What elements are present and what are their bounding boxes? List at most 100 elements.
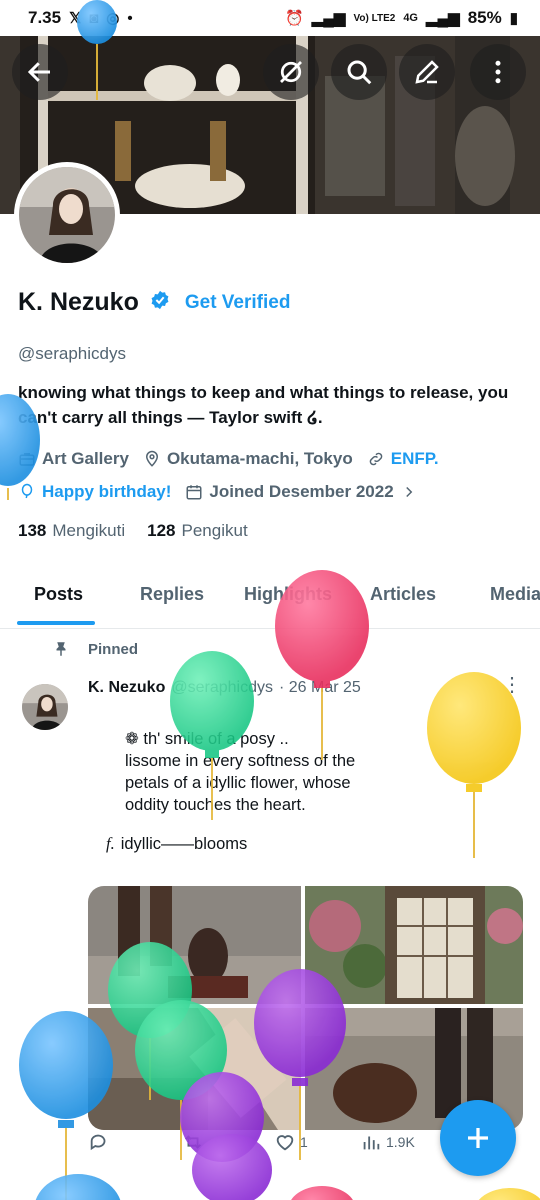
post-text: ❁ th' smile of a posy .. lissome in ever… (125, 728, 355, 816)
profile-meta-row-1: Art Gallery Okutama-machi, Tokyo ENFP. (18, 449, 439, 469)
more-vertical-icon (495, 60, 501, 84)
tab-posts[interactable]: Posts (34, 584, 83, 605)
battery-level: 85% (467, 8, 502, 27)
following-label: Mengikuti (52, 521, 126, 540)
website-item[interactable]: ENFP. (367, 449, 439, 469)
category-item: Art Gallery (18, 449, 129, 469)
edit-icon (415, 60, 439, 84)
media-image-1[interactable] (88, 886, 301, 1004)
status-bar: 7.35 𝕏 ◙ ◎ • ⏰ ▂▄▆ Vo) LTE2 4G ▂▄▆ 85% ▮ (0, 0, 540, 36)
tab-replies[interactable]: Replies (140, 584, 204, 605)
post-handle: @seraphicdys (171, 679, 273, 696)
profile-name: K. Nezuko (18, 288, 139, 316)
signal-icon-2: ▂▄▆ (426, 10, 460, 27)
like-button[interactable]: 1 (274, 1131, 308, 1153)
signal-type: 4G (403, 12, 418, 24)
post-line: petals of a idyllic flower, whose (125, 774, 351, 792)
active-tab-indicator (17, 621, 95, 625)
reply-button[interactable] (88, 1131, 110, 1153)
battery-icon: ▮ (509, 10, 518, 27)
post-line: oddity touches the heart. (125, 796, 306, 814)
edit-button[interactable] (399, 44, 455, 100)
balloon-purple-3 (192, 1134, 272, 1200)
compose-button[interactable] (440, 1100, 516, 1176)
profile-tabs: Posts Replies Highlights Articles Media (0, 570, 540, 629)
sign-prefix: f. (106, 834, 115, 853)
calendar-icon (186, 485, 202, 500)
dot-icon: • (127, 9, 133, 27)
tab-highlights[interactable]: Highlights (244, 584, 332, 605)
website-link[interactable]: ENFP. (391, 449, 439, 469)
post-avatar[interactable] (22, 684, 68, 730)
joined-label: Joined Desember 2022 (209, 482, 394, 501)
signal-icon: ▂▄▆ (311, 10, 346, 27)
location-label: Okutama-machi, Tokyo (166, 449, 353, 468)
post-media-grid (88, 886, 523, 1130)
link-icon (369, 452, 382, 466)
location-pin-icon (145, 450, 158, 467)
chevron-right-icon (405, 486, 412, 498)
media-image-3[interactable] (88, 1008, 301, 1130)
category-label: Art Gallery (42, 449, 129, 468)
location-item: Okutama-machi, Tokyo (143, 449, 353, 469)
get-verified-link[interactable]: Get Verified (185, 292, 291, 314)
back-button[interactable] (12, 44, 68, 100)
briefcase-icon (19, 453, 35, 466)
joined-item[interactable]: Joined Desember 2022 (185, 482, 417, 502)
balloon-yellow-bottom (478, 1188, 540, 1200)
search-button[interactable] (331, 44, 387, 100)
views-count: 1.9K (386, 1134, 415, 1150)
profile-meta-row-2: Happy birthday! Joined Desember 2022 (18, 482, 418, 502)
heart-icon (276, 1135, 294, 1151)
views-icon (363, 1136, 380, 1150)
followers-label: Pengikut (181, 521, 248, 540)
following-count: 138 (18, 521, 47, 540)
media-image-2[interactable] (305, 886, 523, 1004)
followers-link[interactable]: 128 Pengikut (147, 521, 248, 541)
followers-count: 128 (147, 521, 176, 540)
profile-avatar[interactable] (14, 162, 120, 268)
x-app-icon: 𝕏 (69, 10, 82, 27)
balloon-blue-corner (35, 1174, 121, 1200)
search-icon (347, 60, 372, 85)
alarm-icon: ⏰ (285, 10, 304, 27)
profile-bio: knowing what things to keep and what thi… (18, 383, 509, 427)
post-more-icon[interactable]: ⋮ (502, 672, 522, 697)
repost-button[interactable] (182, 1131, 204, 1153)
arrow-left-icon (27, 62, 50, 82)
more-button[interactable] (470, 44, 526, 100)
post-line: ❁ th' smile of a posy .. (125, 730, 289, 748)
follow-stats: 138 Mengikuti 128 Pengikut (18, 521, 248, 541)
avatar-image (19, 167, 115, 263)
grok-icon (280, 61, 302, 83)
status-time: 7.35 (28, 8, 62, 27)
grok-button[interactable] (263, 44, 319, 100)
post-date: · 26 Mar 25 (278, 679, 361, 696)
following-link[interactable]: 138 Mengikuti (18, 521, 125, 541)
profile-name-row: K. Nezuko Get Verified (18, 288, 290, 317)
avatar (19, 167, 115, 263)
birthday-label: Happy birthday! (42, 482, 172, 501)
reply-icon (90, 1134, 106, 1151)
repost-icon (185, 1135, 201, 1149)
post-line: lissome in every softness of the (125, 752, 356, 770)
network-label: Vo) LTE2 (353, 12, 396, 24)
balloon-yellow (427, 672, 521, 858)
profile-handle: @seraphicdys (18, 344, 126, 363)
instagram-icon: ◎ (106, 10, 120, 27)
post-header: K. Nezuko @seraphicdys · 26 Mar 25 (88, 679, 361, 697)
like-count: 1 (300, 1134, 308, 1150)
pinned-label: Pinned (88, 640, 139, 658)
discord-icon: ◙ (89, 9, 99, 27)
birthday-item: Happy birthday! (18, 482, 171, 502)
post-author[interactable]: K. Nezuko (88, 679, 165, 697)
balloon-red-bottom (291, 1186, 353, 1200)
post-avatar-image (22, 684, 68, 730)
plus-icon (468, 1128, 488, 1148)
views-button[interactable]: 1.9K (360, 1131, 415, 1153)
verified-badge-icon (149, 289, 171, 316)
tab-articles[interactable]: Articles (370, 584, 436, 605)
tab-media[interactable]: Media (490, 584, 540, 605)
sign-text: idyllic——blooms (120, 835, 248, 853)
pin-icon (56, 642, 66, 656)
